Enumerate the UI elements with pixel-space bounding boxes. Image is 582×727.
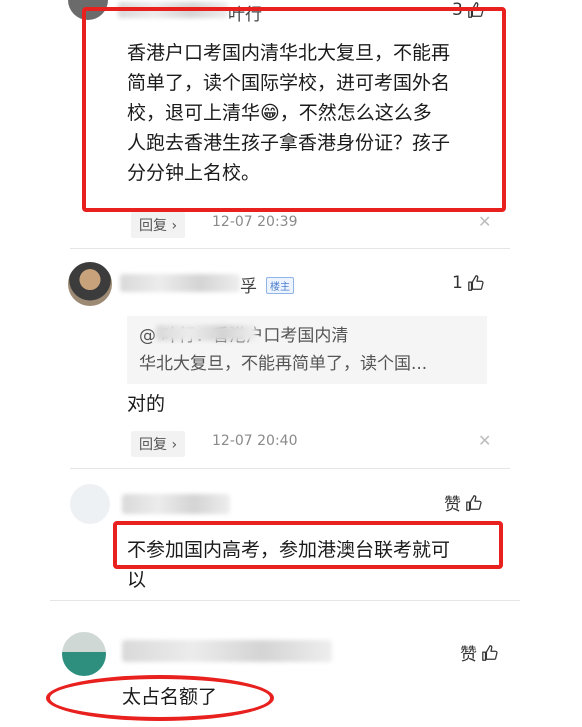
like-button[interactable]: 1 [452,273,485,293]
thumbs-up-icon [466,494,482,511]
thumbs-up-icon [467,275,484,291]
reply-button[interactable]: 回复 › [131,212,186,238]
avatar[interactable] [62,632,106,676]
timestamp: 12-07 20:39 [212,214,298,230]
comment-text: 对的 [127,393,166,415]
close-icon[interactable]: ✕ [478,431,491,450]
highlight-box [113,521,503,569]
close-icon[interactable]: ✕ [478,212,491,231]
op-badge: 楼主 [266,277,294,294]
username-blurred [122,640,332,662]
avatar[interactable] [70,484,110,524]
like-count: 1 [452,273,463,293]
like-label: 赞 [460,645,477,665]
username-blurred [120,274,240,292]
reply-button[interactable]: 回复 › [131,431,186,457]
thumbs-up-icon [482,644,498,661]
quote-username-blurred [156,325,256,341]
highlight-box [82,7,506,212]
username-blurred [122,494,230,514]
divider [70,248,510,249]
timestamp: 12-07 20:40 [212,433,298,449]
username-fragment[interactable]: 孚 [240,272,257,297]
like-button[interactable]: 赞 [460,640,499,665]
highlight-ellipse [46,675,274,721]
avatar[interactable] [68,262,112,306]
like-label: 赞 [444,495,461,515]
divider [70,468,510,469]
like-button[interactable]: 赞 [444,490,483,515]
divider [50,600,520,601]
